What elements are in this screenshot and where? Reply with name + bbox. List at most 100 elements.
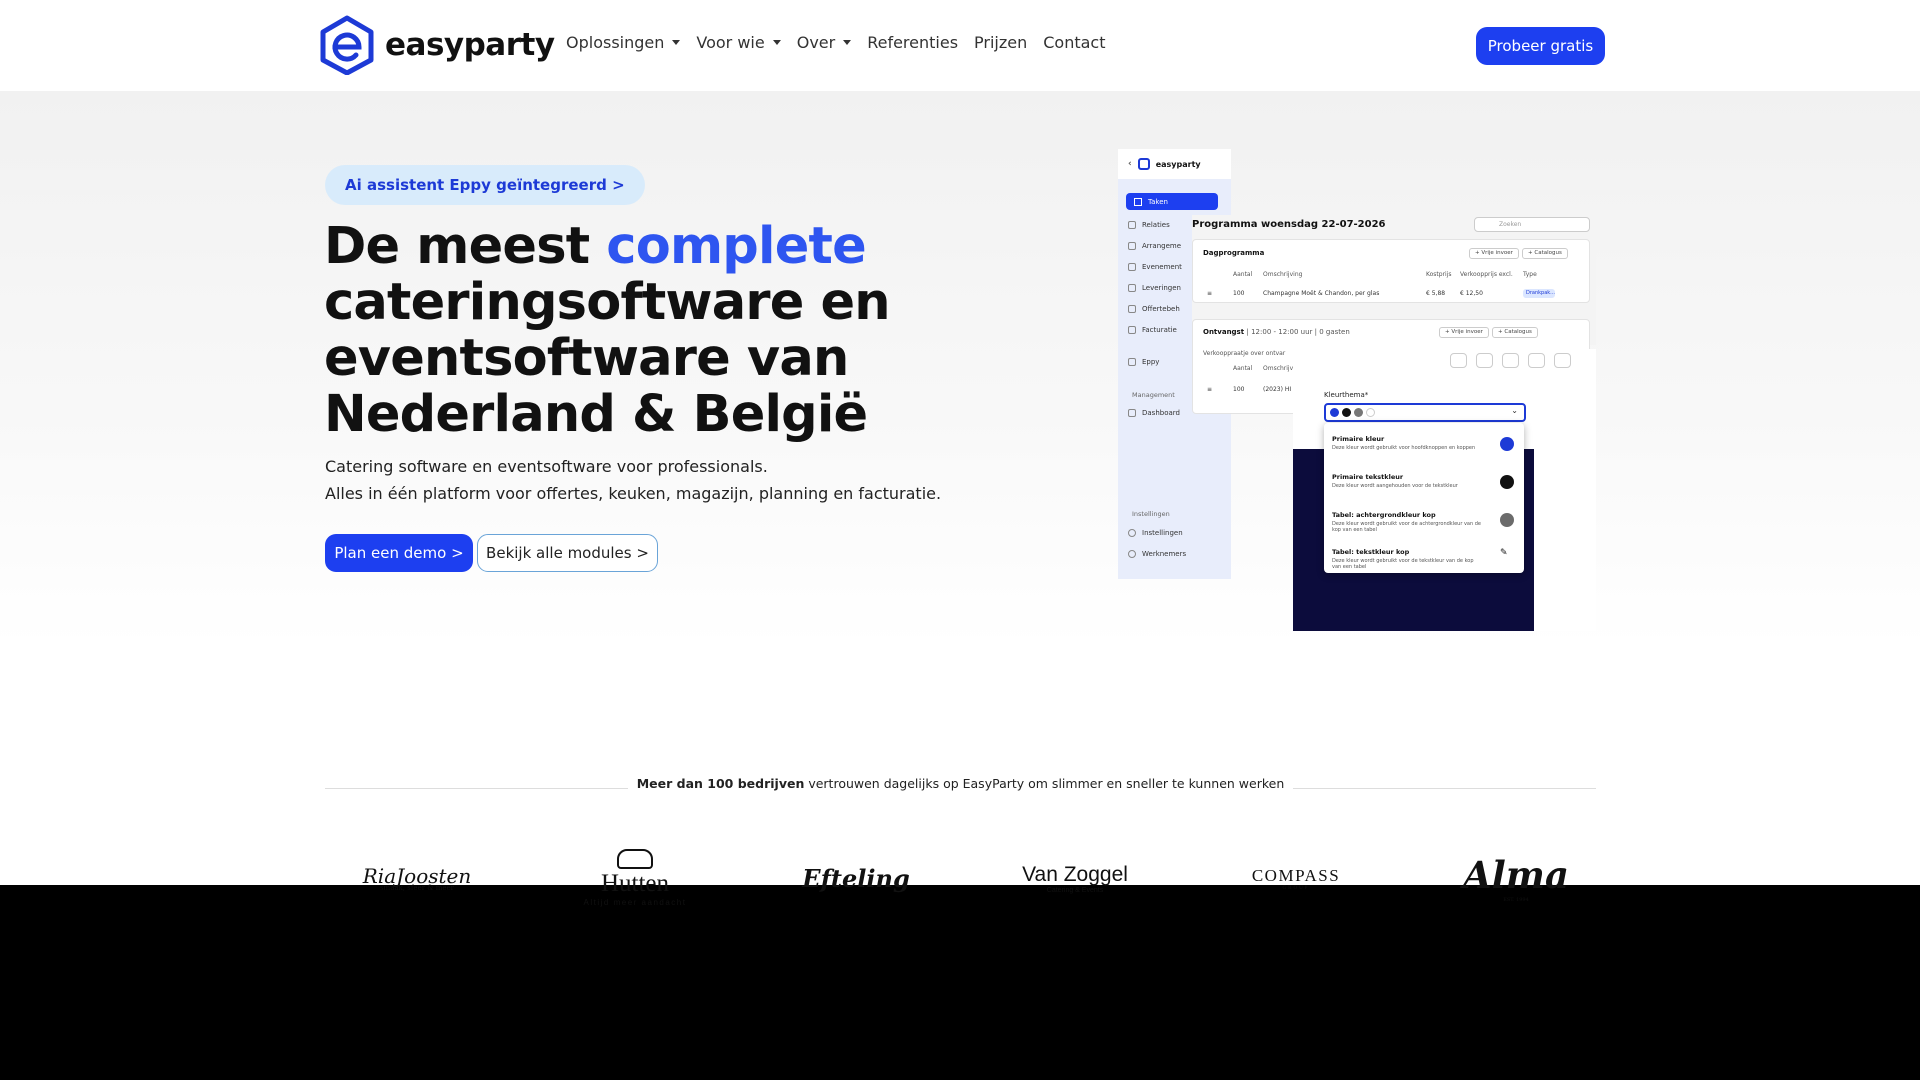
app-screenshot: ‹ easyparty Taken Relaties Arrangeme Eve… — [1118, 149, 1596, 631]
mock-card-title-text: Ontvangst — [1203, 328, 1245, 336]
mock-section-label: Management — [1132, 391, 1175, 399]
client-tagline: smaak, sfeer & meer — [379, 884, 455, 892]
mock-menu-label: Werknemers — [1142, 550, 1187, 558]
archive-icon — [1450, 353, 1467, 368]
view-modules-button[interactable]: Bekijk alle modules > — [477, 534, 658, 572]
client-logo-hutten: Hutten Altijd meer aandacht — [577, 843, 693, 913]
brand-name: easyparty — [385, 27, 555, 63]
mock-menu-item: Leveringen — [1128, 284, 1181, 292]
mock-menu-item: Dashboard — [1128, 409, 1180, 417]
drag-handle-icon: ≡ — [1207, 290, 1213, 297]
mock-col-header: Omschrijv — [1263, 365, 1294, 372]
mock-section-label: Instellingen — [1132, 510, 1170, 518]
nav-voor-wie[interactable]: Voor wie — [696, 33, 781, 52]
brand-logo[interactable]: easyparty — [318, 15, 555, 75]
back-icon: ‹ — [1128, 159, 1132, 169]
mock-menu-item: Relaties — [1128, 221, 1170, 229]
main-nav: Oplossingen Voor wie Over Referenties Pr… — [566, 33, 1122, 52]
caret-down-icon — [672, 40, 681, 45]
caret-down-icon — [772, 40, 781, 45]
nav-label: Referenties — [867, 33, 959, 52]
nav-label: Over — [796, 33, 836, 52]
option-desc: Deze kleur wordt gebruikt voor hoofdknop… — [1332, 445, 1476, 451]
mock-col-header: Aantal — [1233, 365, 1253, 372]
color-dot-black — [1342, 408, 1351, 417]
color-dot-white — [1366, 408, 1375, 417]
easyparty-logo-icon — [320, 15, 374, 75]
client-tagline: GROUP — [1282, 885, 1310, 891]
option-title: Tabel: tekstkleur kop — [1332, 548, 1410, 556]
mock-menu-item: Arrangeme — [1128, 242, 1181, 250]
mock-card-dagprogramma: Dagprogramma + Vrije invoer + Catalogus … — [1192, 239, 1590, 303]
mock-menu-label: Relaties — [1142, 221, 1170, 229]
nav-label: Voor wie — [696, 33, 765, 52]
color-dot-grey — [1354, 408, 1363, 417]
hero-section: Ai assistent Eppy geïntegreerd > De mees… — [0, 91, 1920, 907]
theme-label: Kleurthema* — [1324, 391, 1369, 399]
try-free-button[interactable]: Probeer gratis — [1476, 27, 1605, 65]
mock-free-entry-button: + Vrije invoer — [1439, 327, 1489, 338]
trust-strong: Meer dan 100 bedrijven — [636, 776, 805, 791]
title-part: De meest — [324, 217, 607, 276]
color-dot-blue — [1330, 408, 1339, 417]
theme-dropdown: Primaire kleur Deze kleur wordt gebruikt… — [1324, 423, 1524, 573]
folder-icon — [1128, 326, 1136, 334]
nav-referenties[interactable]: Referenties — [867, 33, 958, 52]
nav-label: Contact — [1043, 33, 1106, 52]
mock-menu-label: Leveringen — [1142, 284, 1181, 292]
client-logo-compass: COMPASS GROUP — [1237, 843, 1355, 913]
party-icon — [1128, 263, 1136, 271]
caret-down-icon — [843, 40, 852, 45]
mock-menu-label: Taken — [1148, 197, 1168, 206]
list-icon — [1134, 197, 1142, 206]
client-tagline: EST. 1994 — [1503, 897, 1529, 903]
mock-type-tag: Drankpak... — [1523, 289, 1555, 298]
mock-menu-label: Evenement — [1142, 263, 1182, 271]
client-name: COMPASS — [1251, 865, 1341, 885]
mock-menu-label: Dashboard — [1142, 409, 1180, 417]
users-icon — [1128, 221, 1136, 229]
trust-rest: vertrouwen dagelijks op EasyParty om sli… — [804, 776, 1285, 791]
mock-col-header: Aantal — [1233, 271, 1253, 278]
mock-card-title: Ontvangst | 12:00 - 12:00 uur | 0 gasten — [1203, 328, 1350, 336]
mock-note: Verkooppraatje over ontvar — [1203, 350, 1286, 357]
client-logos: RiaJoosten smaak, sfeer & meer Hutten Alti… — [325, 843, 1595, 913]
nav-over[interactable]: Over — [796, 33, 852, 52]
document-icon — [1128, 305, 1136, 313]
theme-option: Primaire kleur Deze kleur wordt gebruikt… — [1332, 435, 1518, 451]
subtitle-line: Catering software en eventsoftware voor … — [325, 457, 768, 476]
hero-title: De meest complete cateringsoftware en ev… — [324, 219, 944, 443]
nav-oplossingen[interactable]: Oplossingen — [566, 33, 681, 52]
nav-label: Prijzen — [974, 33, 1028, 52]
plan-demo-button[interactable]: Plan een demo > — [325, 534, 473, 572]
option-desc: Deze kleur wordt gebruikt voor de achter… — [1332, 521, 1481, 533]
mock-cell: Champagne Moët & Chandon, per glas — [1263, 290, 1380, 297]
option-title: Primaire tekstkleur — [1332, 473, 1404, 481]
mock-menu-item: Facturatie — [1128, 326, 1177, 334]
client-name: Efteling — [802, 863, 910, 893]
nav-prijzen[interactable]: Prijzen — [974, 33, 1027, 52]
mock-page-title: Programma woensdag 22-07-2026 — [1192, 219, 1386, 230]
mock-menu-active: Taken — [1126, 193, 1218, 210]
user-icon — [1128, 550, 1136, 558]
mock-card-meta: | 12:00 - 12:00 uur | 0 gasten — [1246, 328, 1350, 336]
sparkle-icon — [1128, 358, 1136, 366]
option-desc: Deze kleur wordt gebruikt voor de tekstk… — [1332, 558, 1474, 570]
color-swatch — [1500, 513, 1514, 527]
mock-menu-label: Instellingen — [1142, 529, 1183, 537]
drag-handle-icon: ≡ — [1207, 386, 1213, 393]
client-logo-van-zoggel: Van Zoggel Catering & Events — [1016, 843, 1134, 913]
mock-free-entry-button: + Vrije invoer — [1469, 248, 1519, 259]
mock-card-title: Dagprogramma — [1203, 249, 1265, 257]
color-swatch — [1500, 437, 1514, 451]
ai-assistant-badge[interactable]: Ai assistent Eppy geïntegreerd > — [325, 165, 645, 205]
client-logo-ria-joosten: RiaJoosten smaak, sfeer & meer — [361, 843, 473, 913]
theme-option: Primaire tekstkleur Deze kleur wordt aan… — [1332, 473, 1518, 489]
mock-col-header: Verkoopprijs excl. — [1460, 271, 1513, 278]
nav-contact[interactable]: Contact — [1043, 33, 1105, 52]
dashboard-icon — [1128, 409, 1136, 417]
chevron-down-icon: ⌄ — [1511, 406, 1518, 415]
client-name: Hutten — [600, 870, 670, 897]
mock-menu-label: Arrangeme — [1142, 242, 1182, 250]
mock-cell: 100 — [1233, 290, 1245, 297]
